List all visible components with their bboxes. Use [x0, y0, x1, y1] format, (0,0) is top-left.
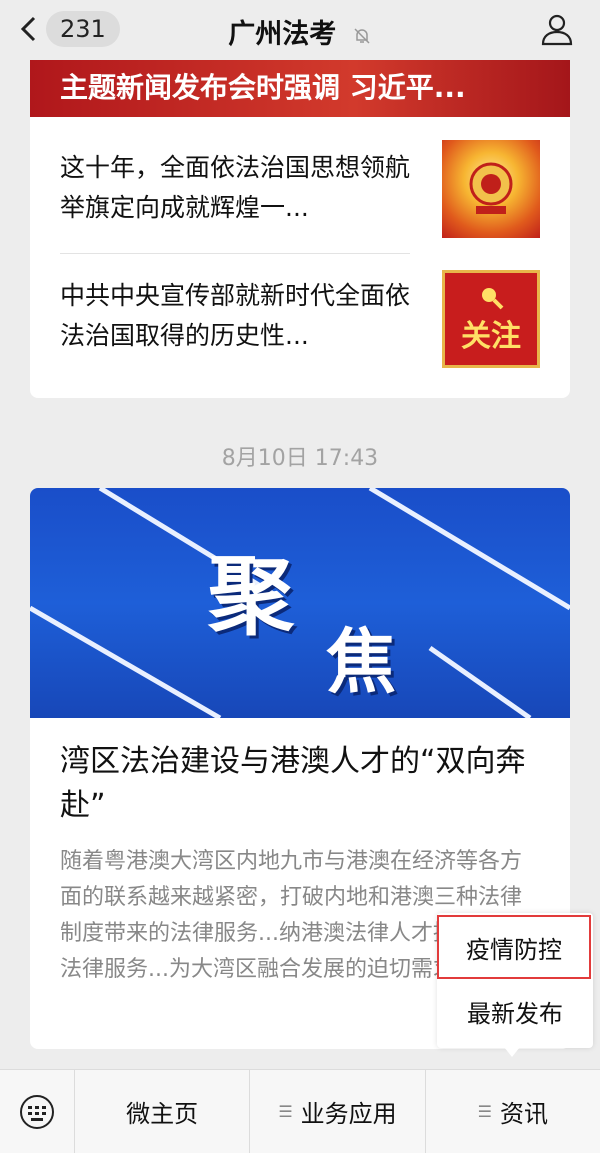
chat-header: 231 广州法考	[0, 0, 600, 60]
national-emblem-icon	[469, 162, 513, 214]
article-thumbnail-follow: 关注	[442, 270, 540, 368]
article-title: 中共中央宣传部就新时代全面依法治国取得的历史性...	[60, 281, 411, 350]
menu-tab-news[interactable]: ☰ 资讯	[426, 1070, 600, 1153]
article-title: 湾区法治建设与港澳人才的“双向奔赴”	[60, 744, 526, 823]
menu-tab-homepage[interactable]: 微主页	[75, 1070, 251, 1153]
article-cover-image: 聚 焦	[30, 488, 570, 718]
menu-tab-label: 业务应用	[300, 1100, 397, 1128]
keyboard-icon	[20, 1094, 54, 1129]
submenu-popup: 疫情防控 最新发布	[437, 913, 593, 1048]
news-card-1: 主题新闻发布会时强调 习近平... 这十年，全面依法治国思想领航举旗定向成就辉煌…	[30, 60, 570, 398]
menu-tab-business[interactable]: ☰ 业务应用	[250, 1070, 426, 1153]
hero-article[interactable]: 主题新闻发布会时强调 习近平...	[30, 60, 570, 117]
keyboard-toggle-button[interactable]	[0, 1070, 75, 1153]
divider	[60, 253, 410, 254]
submenu-lines-icon: ☰	[278, 1102, 293, 1121]
magnifier-icon	[482, 288, 504, 310]
profile-icon[interactable]	[540, 12, 574, 46]
cover-char-2: 焦	[326, 620, 396, 703]
popup-caret	[504, 1047, 520, 1057]
submenu-lines-icon: ☰	[477, 1102, 492, 1121]
cover-stripes	[30, 488, 570, 718]
submenu-item-latest[interactable]: 最新发布	[437, 979, 593, 1043]
mute-bell-icon	[354, 27, 370, 44]
article-title: 这十年，全面依法治国思想领航举旗定向成就辉煌一...	[60, 153, 411, 222]
message-timestamp: 8月10日 17:43	[221, 446, 379, 471]
article-thumbnail-emblem	[442, 140, 540, 238]
menu-tab-label: 资讯	[499, 1100, 548, 1128]
thumbnail-label: 关注	[461, 319, 521, 354]
submenu-item-epidemic[interactable]: 疫情防控	[437, 915, 591, 979]
menu-tab-label: 微主页	[126, 1100, 199, 1128]
cover-char-1: 聚	[208, 546, 294, 647]
hero-article-title: 主题新闻发布会时强调 习近平...	[60, 71, 466, 104]
page-title-wrap: 广州法考	[0, 12, 600, 51]
page-title: 广州法考	[228, 19, 337, 50]
bottom-menu-bar: 微主页 ☰ 业务应用 ☰ 资讯	[0, 1069, 600, 1153]
